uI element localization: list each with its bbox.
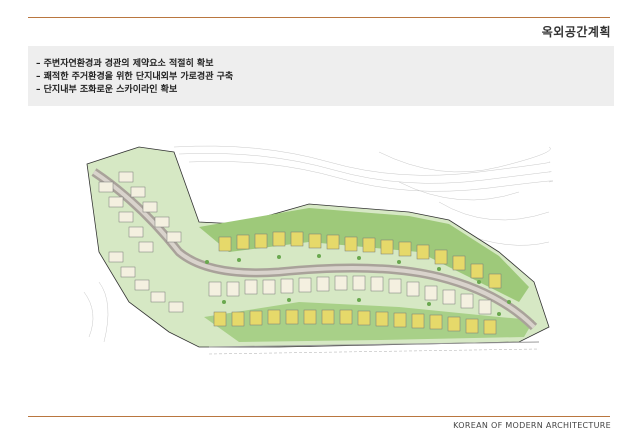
bullet-item: – 쾌적한 주거환경을 위한 단지내외부 가로경관 구축 <box>36 72 234 82</box>
bottom-divider <box>28 416 610 417</box>
footer-text: KOREAN OF MODERN ARCHITECTURE <box>453 421 611 430</box>
site-plan-drawing <box>79 142 557 367</box>
bullet-item: – 단지내부 조화로운 스카이라인 확보 <box>36 85 178 95</box>
bullet-item: – 주변자연환경과 경관의 제약요소 적절히 확보 <box>36 59 214 69</box>
top-divider <box>28 17 610 18</box>
summary-box: – 주변자연환경과 경관의 제약요소 적절히 확보 – 쾌적한 주거환경을 위한… <box>28 46 614 106</box>
page-title: 옥외공간계획 <box>541 25 611 39</box>
